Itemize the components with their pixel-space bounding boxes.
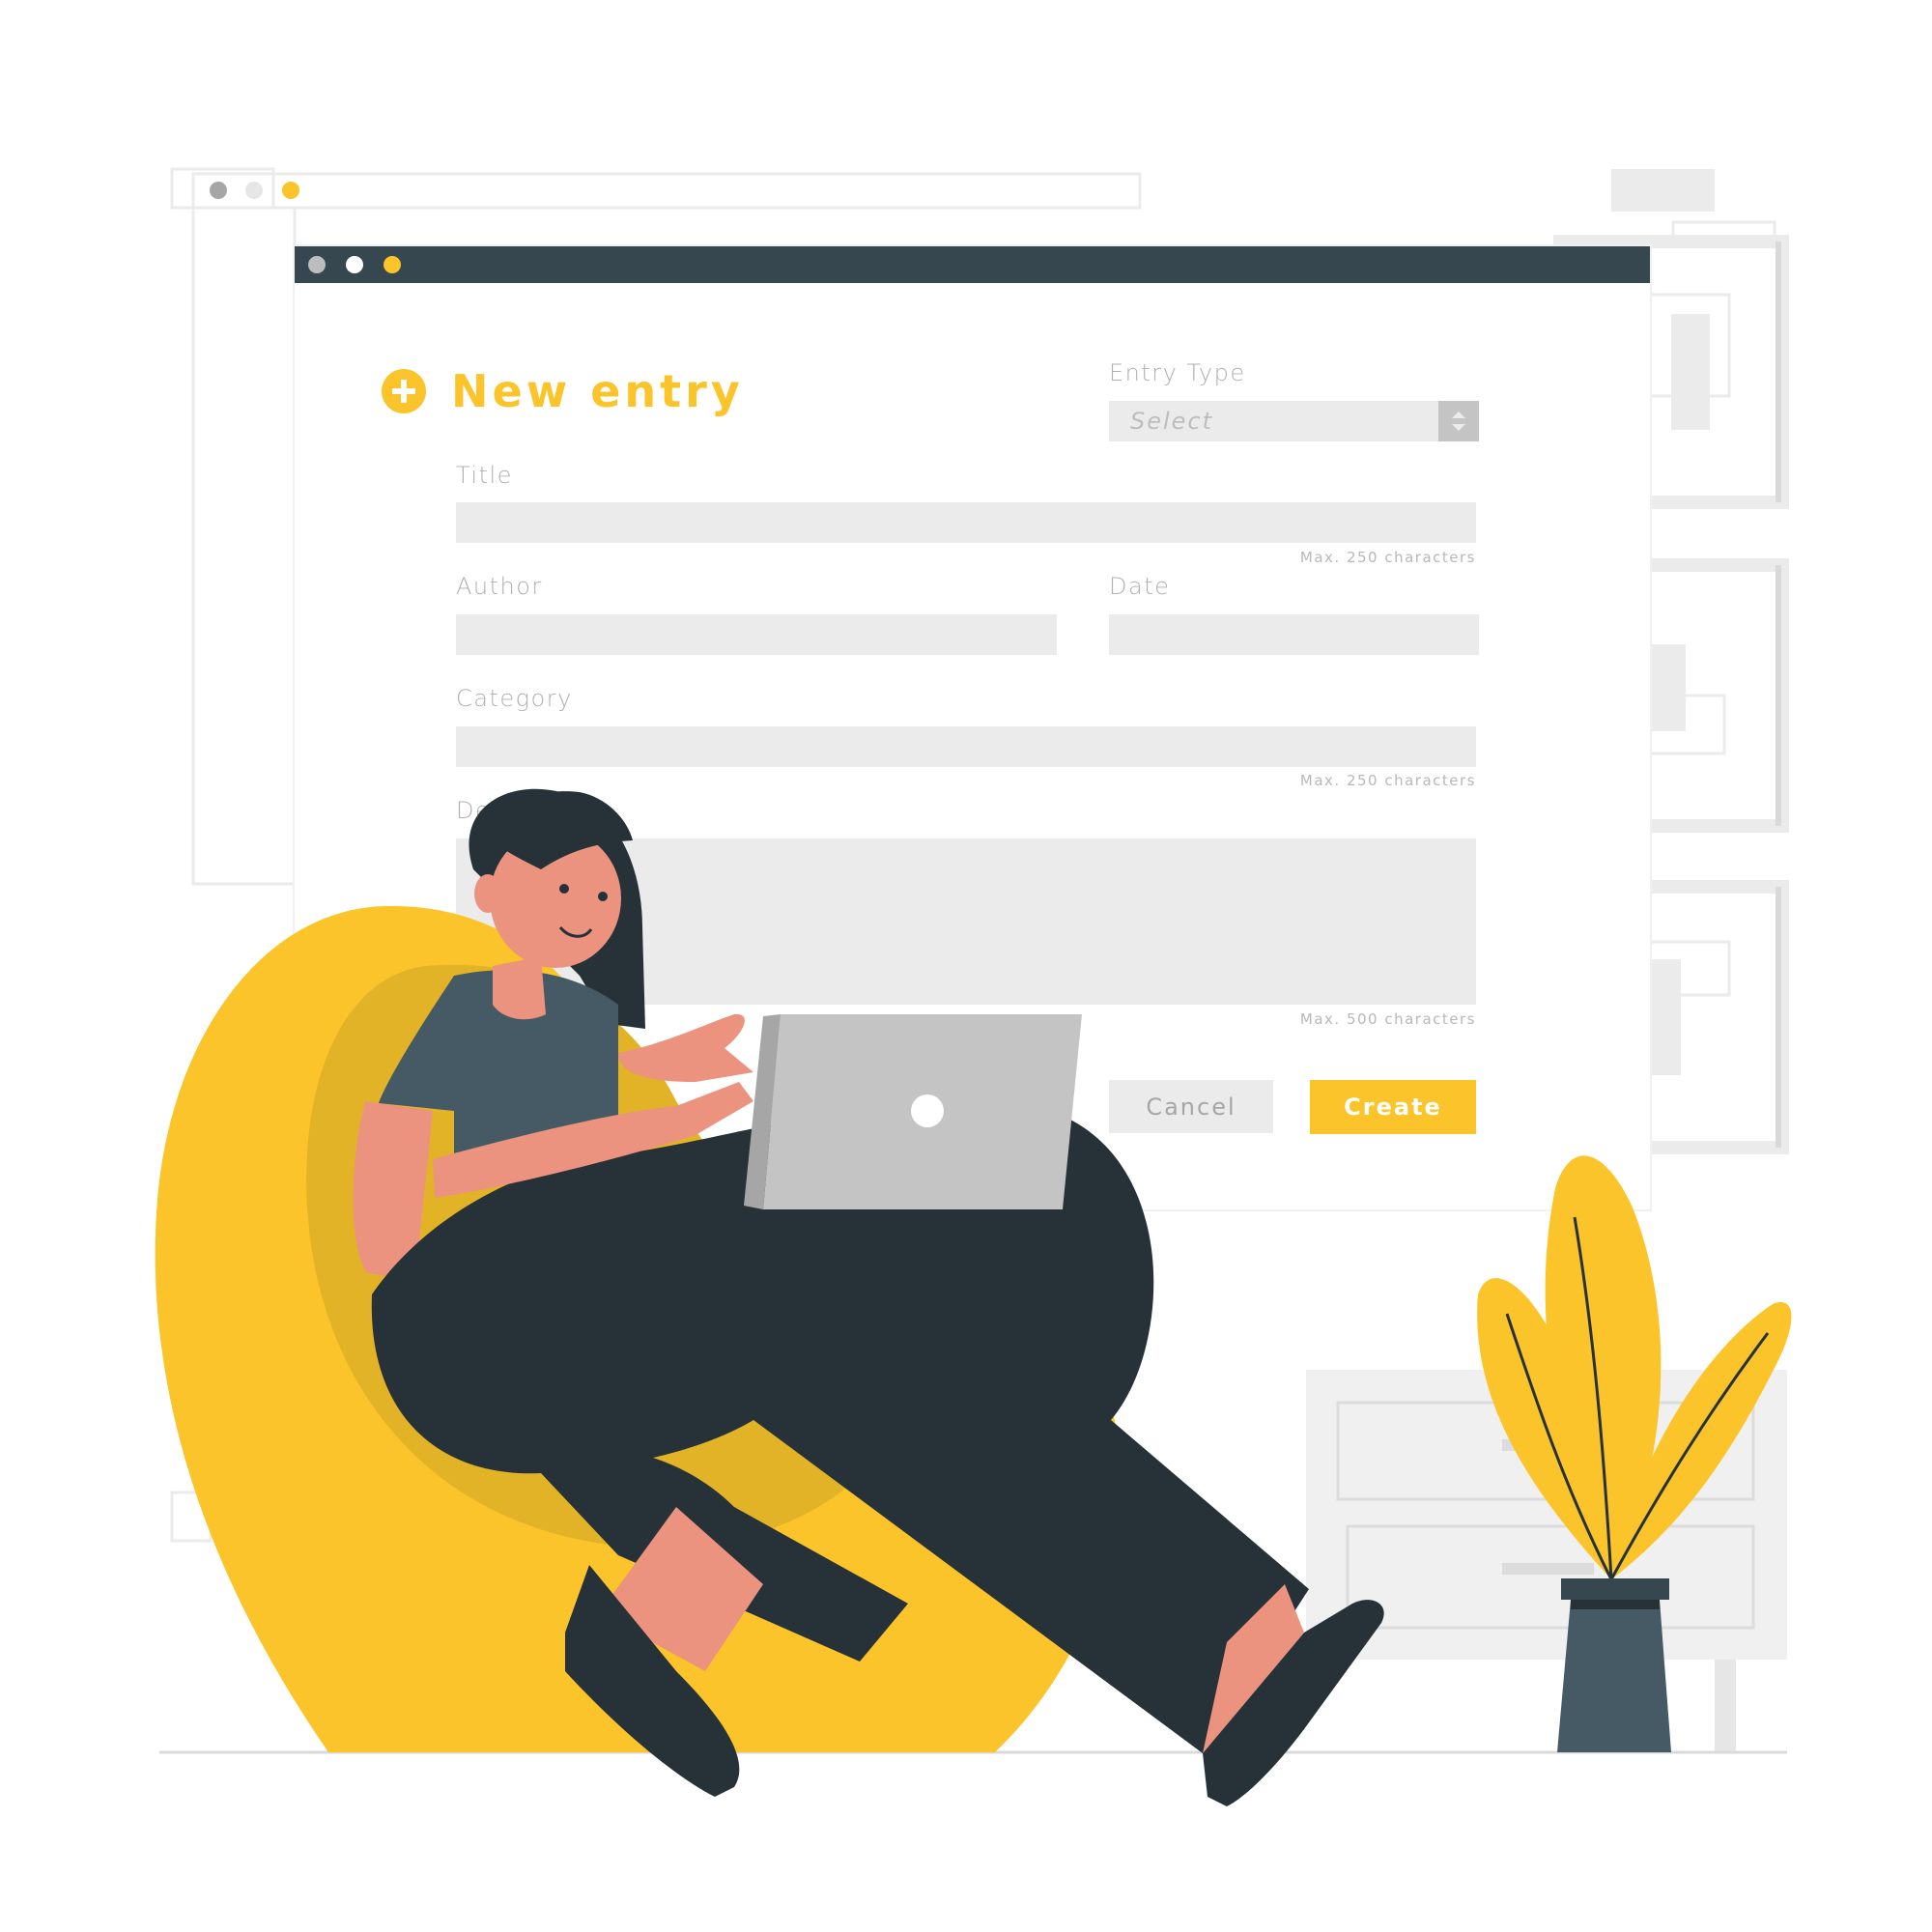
foreground-illustration <box>155 788 1792 1806</box>
plant <box>1477 1155 1792 1752</box>
laptop <box>744 1014 1082 1209</box>
